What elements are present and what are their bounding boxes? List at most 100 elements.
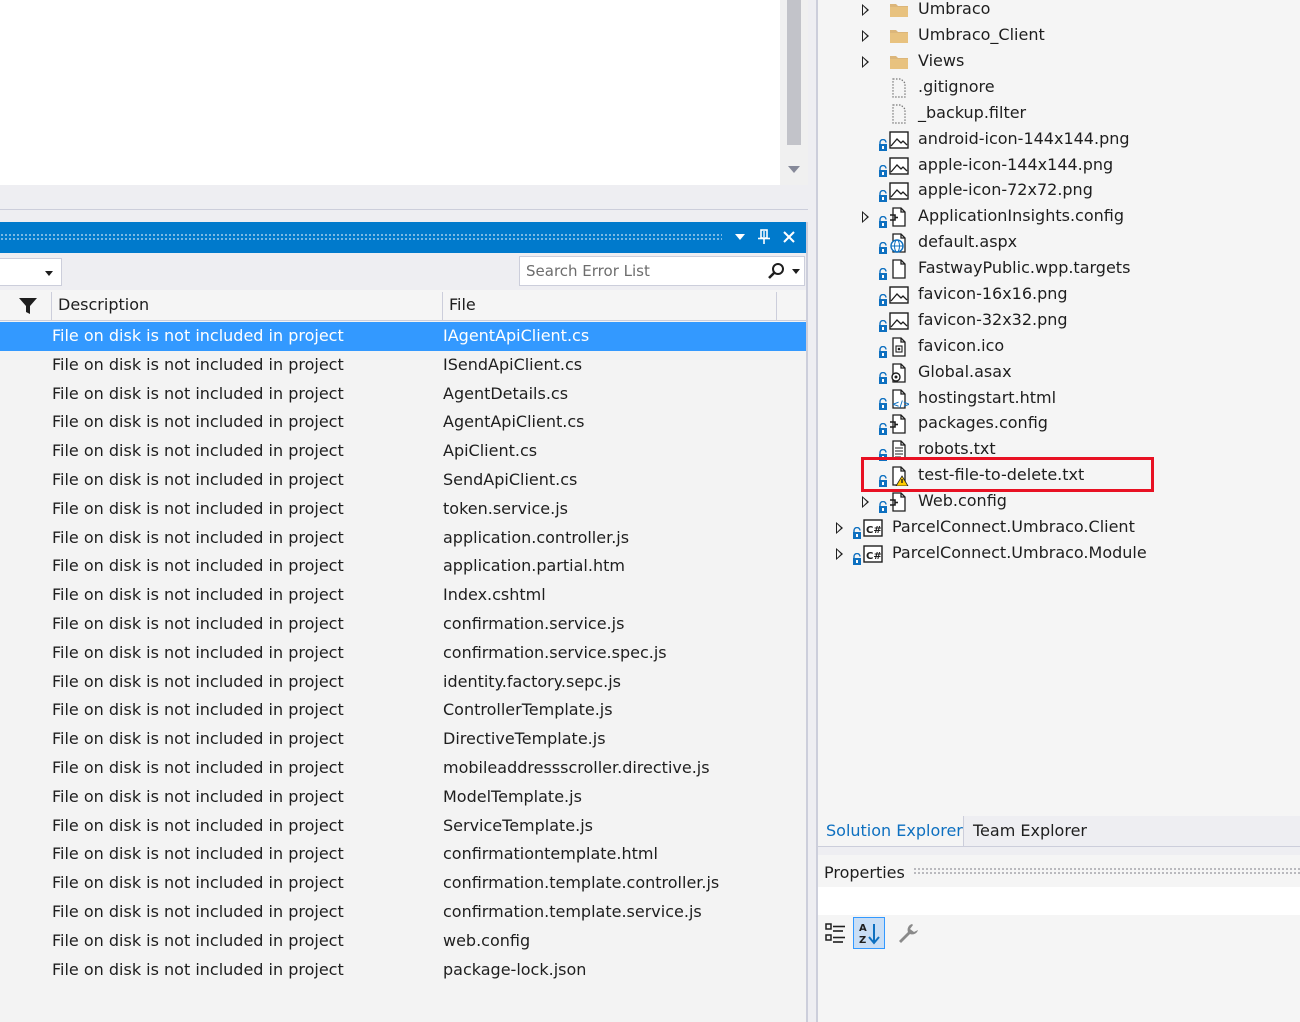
file-cell: confirmation.template.controller.js (443, 873, 720, 893)
tree-item[interactable]: ApplicationInsights.config (818, 204, 1300, 230)
close-panel-button[interactable] (778, 226, 800, 248)
description-cell: File on disk is not included in project (52, 815, 344, 835)
table-row[interactable]: File on disk is not included in project I… (0, 581, 808, 610)
table-row[interactable]: File on disk is not included in project C… (0, 696, 808, 725)
table-row[interactable]: File on disk is not included in project i… (0, 668, 808, 697)
lock-icon (878, 239, 888, 254)
table-row[interactable]: File on disk is not included in project M… (0, 783, 808, 812)
search-error-list-box[interactable] (519, 256, 805, 286)
table-row[interactable]: File on disk is not included in project w… (0, 927, 808, 956)
table-row[interactable]: File on disk is not included in project I… (0, 351, 808, 380)
editor-vertical-scrollbar[interactable] (780, 0, 808, 185)
tree-item[interactable]: C# ParcelConnect.Umbraco.Module (818, 541, 1300, 567)
search-options-chevron-icon[interactable] (792, 269, 800, 274)
description-cell: File on disk is not included in project (52, 585, 344, 605)
expand-arrow-icon[interactable] (836, 522, 843, 534)
file-column-header[interactable]: File (449, 295, 476, 314)
tree-item-label: _backup.filter (918, 103, 1027, 122)
file-cell: AgentApiClient.cs (443, 412, 585, 432)
table-row[interactable]: File on disk is not included in project A… (0, 408, 808, 437)
tree-item[interactable]: Umbraco (818, 0, 1300, 23)
divider (818, 846, 1300, 847)
file-cell: IAgentApiClient.cs (443, 326, 590, 345)
tree-item[interactable]: favicon.ico (818, 334, 1300, 360)
table-row[interactable]: File on disk is not included in project t… (0, 495, 808, 524)
tree-item[interactable]: C# ParcelConnect.Umbraco.Client (818, 515, 1300, 541)
table-row[interactable]: File on disk is not included in project c… (0, 898, 808, 927)
tree-item[interactable]: Umbraco_Client (818, 23, 1300, 49)
object-selector[interactable] (818, 887, 1300, 915)
tree-item[interactable]: apple-icon-144x144.png (818, 153, 1300, 179)
expand-arrow-icon[interactable] (862, 30, 869, 42)
alphabetical-button[interactable]: A Z (853, 917, 885, 949)
table-row[interactable]: File on disk is not included in project c… (0, 639, 808, 668)
description-cell: File on disk is not included in project (52, 901, 344, 921)
editor-surface[interactable] (0, 0, 780, 185)
tree-item[interactable]: _backup.filter (818, 101, 1300, 127)
file-cell: package-lock.json (443, 959, 587, 979)
scrollbar-thumb[interactable] (787, 0, 801, 145)
window-position-dropdown-button[interactable] (729, 226, 751, 248)
expand-arrow-icon[interactable] (862, 56, 869, 68)
tree-item[interactable]: apple-icon-72x72.png (818, 178, 1300, 204)
svg-text:C#: C# (866, 551, 882, 562)
tree-item[interactable]: </> hostingstart.html (818, 386, 1300, 412)
tree-item[interactable]: Views (818, 49, 1300, 75)
auto-hide-pin-button[interactable] (753, 226, 775, 248)
table-row[interactable]: File on disk is not included in project p… (0, 956, 808, 985)
table-row[interactable]: File on disk is not included in project I… (0, 322, 808, 351)
lock-icon (878, 291, 888, 306)
panel-splitter[interactable] (806, 222, 808, 1022)
column-separator[interactable] (776, 292, 777, 320)
lock-icon (878, 136, 888, 151)
tab-solution-explorer[interactable]: Solution Explorer (818, 816, 964, 846)
editor-area[interactable] (0, 0, 808, 210)
table-row[interactable]: File on disk is not included in project a… (0, 552, 808, 581)
tree-item[interactable]: default.aspx (818, 230, 1300, 256)
expand-arrow-icon[interactable] (862, 4, 869, 16)
tree-item[interactable]: .gitignore (818, 75, 1300, 101)
tree-item[interactable]: favicon-16x16.png (818, 282, 1300, 308)
scroll-down-arrow-icon[interactable] (788, 166, 800, 173)
error-list-title-bar[interactable] (0, 222, 808, 253)
folder-icon (889, 26, 909, 46)
expand-arrow-icon[interactable] (836, 548, 843, 560)
lock-icon (852, 550, 862, 565)
table-row[interactable]: File on disk is not included in project D… (0, 725, 808, 754)
search-icon[interactable] (766, 262, 786, 282)
column-separator[interactable] (51, 292, 52, 320)
table-row[interactable]: File on disk is not included in project a… (0, 524, 808, 553)
table-row[interactable]: File on disk is not included in project S… (0, 466, 808, 495)
description-column-header[interactable]: Description (58, 295, 149, 314)
description-cell: File on disk is not included in project (52, 383, 344, 403)
table-row[interactable]: File on disk is not included in project c… (0, 840, 808, 869)
lock-icon (878, 369, 888, 384)
tab-label: Team Explorer (973, 821, 1087, 840)
tree-item[interactable]: Web.config (818, 489, 1300, 515)
tree-item[interactable]: Global.asax (818, 360, 1300, 386)
tree-item[interactable]: FastwayPublic.wpp.targets (818, 256, 1300, 282)
description-cell: File on disk is not included in project (52, 469, 344, 489)
scope-dropdown[interactable] (0, 258, 62, 286)
column-separator[interactable] (442, 292, 443, 320)
wrench-icon[interactable] (896, 921, 920, 945)
table-row[interactable]: File on disk is not included in project c… (0, 610, 808, 639)
table-row[interactable]: File on disk is not included in project A… (0, 437, 808, 466)
tree-item[interactable]: packages.config (818, 411, 1300, 437)
table-row[interactable]: File on disk is not included in project S… (0, 812, 808, 841)
error-list-column-header: Description File (0, 290, 808, 321)
search-input[interactable] (526, 261, 756, 281)
categorized-button[interactable] (824, 921, 848, 945)
tree-item[interactable]: favicon-32x32.png (818, 308, 1300, 334)
expand-arrow-icon[interactable] (862, 496, 869, 508)
title-bar-grip[interactable] (913, 867, 1300, 876)
filter-icon[interactable] (18, 297, 38, 315)
lock-icon (878, 162, 888, 177)
table-row[interactable]: File on disk is not included in project m… (0, 754, 808, 783)
tree-item[interactable]: android-icon-144x144.png (818, 127, 1300, 153)
table-row[interactable]: File on disk is not included in project A… (0, 380, 808, 409)
title-bar-grip[interactable] (0, 233, 722, 242)
table-row[interactable]: File on disk is not included in project c… (0, 869, 808, 898)
expand-arrow-icon[interactable] (862, 211, 869, 223)
tab-team-explorer[interactable]: Team Explorer (965, 816, 1095, 846)
